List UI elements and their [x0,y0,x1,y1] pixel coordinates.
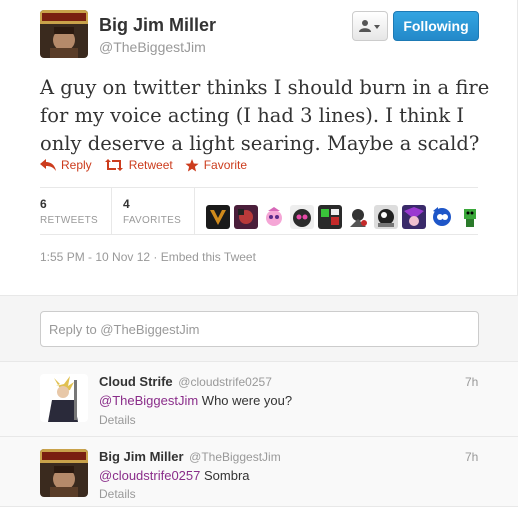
reply-composer: Reply to @TheBiggestJim [0,295,518,362]
following-button[interactable]: Following [393,11,479,41]
tweet-text: A guy on twitter thinks I should burn in… [40,76,490,155]
reply-mention-link[interactable]: @cloudstrife0257 [99,468,200,483]
favorites-label: FAVORITES [122,215,182,226]
reply-author-name: Big Jim Miller [99,449,184,464]
favorite-count: 4 [122,197,130,211]
avatar[interactable] [318,205,343,229]
favorite-label: Favorite [203,158,248,172]
reply-author-screen-name: @TheBiggestJim [189,450,281,464]
avatar[interactable] [206,205,231,229]
reply-icon [40,159,56,171]
reply-body: Sombra [200,468,250,483]
reply-details-link[interactable]: Details [99,487,136,501]
tweet-meta: 1:55 PM - 10 Nov 12 · Embed this Tweet [40,250,256,264]
tweet-permalink: Big Jim Miller @TheBiggestJim Following … [0,0,518,295]
user-dropdown-button[interactable] [352,11,388,41]
reply-tweet[interactable]: Cloud Strife @cloudstrife0257 7h @TheBig… [0,362,518,437]
retweet-icon [104,159,123,171]
reply-details-link[interactable]: Details [99,413,136,427]
retweet-action[interactable]: Retweet [104,158,173,172]
reply-action[interactable]: Reply [40,158,92,172]
avatar[interactable] [402,205,427,229]
tweet-actions: Reply Retweet Favorite [40,158,259,172]
tweet-author-name[interactable]: Big Jim Miller [99,15,216,36]
reply-body: Who were you? [198,393,293,408]
retweet-count: 6 [40,197,47,211]
reply-tweet[interactable]: Big Jim Miller @TheBiggestJim 7h @clouds… [0,437,518,507]
embed-tweet-link[interactable]: Embed this Tweet [161,250,256,264]
reply-author[interactable]: Big Jim Miller @TheBiggestJim [99,449,281,464]
favorites-stat[interactable]: 4 FAVORITES [122,188,196,234]
reply-text: @TheBiggestJim Who were you? [99,393,292,408]
favoriter-avatars [206,188,486,234]
avatar[interactable] [40,374,88,422]
meta-separator: · [153,250,158,264]
reply-label: Reply [61,158,92,172]
avatar[interactable] [290,205,315,229]
avatar[interactable] [40,10,88,58]
avatar[interactable] [234,205,259,229]
user-dropdown-icon [359,20,380,32]
avatar[interactable] [346,205,371,229]
avatar[interactable] [458,205,483,229]
tweet-author-screen-name[interactable]: @TheBiggestJim [99,39,206,55]
reply-author[interactable]: Cloud Strife @cloudstrife0257 [99,374,272,389]
avatar[interactable] [40,449,88,497]
star-icon [185,158,199,171]
avatar[interactable] [430,205,455,229]
reply-text: @cloudstrife0257 Sombra [99,468,250,483]
reply-author-screen-name: @cloudstrife0257 [178,375,272,389]
tweet-stats: 6 RETWEETS 4 FAVORITES [40,187,483,235]
reply-time[interactable]: 7h [465,450,478,464]
reply-mention-link[interactable]: @TheBiggestJim [99,393,198,408]
reply-author-name: Cloud Strife [99,374,173,389]
retweet-label: Retweet [128,158,173,172]
reply-input[interactable]: Reply to @TheBiggestJim [40,311,479,347]
retweets-stat[interactable]: 6 RETWEETS [40,188,112,234]
reply-time[interactable]: 7h [465,375,478,389]
retweets-label: RETWEETS [40,215,98,226]
avatar[interactable] [374,205,399,229]
favorite-action[interactable]: Favorite [185,158,247,172]
avatar[interactable] [262,205,287,229]
tweet-timestamp[interactable]: 1:55 PM - 10 Nov 12 [40,250,150,264]
